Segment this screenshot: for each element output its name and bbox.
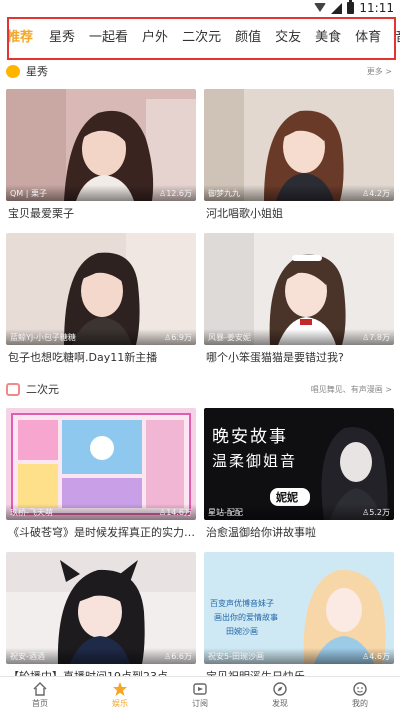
stream-card[interactable]: 祝安-酒酒 ♙6.6万 【轮播中】直播时间19点到23点 [6, 552, 196, 695]
signal-icon [331, 2, 343, 14]
tab-recommend[interactable]: 推荐 [0, 18, 42, 58]
tab-anime[interactable]: 二次元 [175, 18, 228, 58]
stream-card[interactable]: 百变声优博音妹子 画出你的爱情故事 田婉沙画 祝安5-田琬沙画 ♙4.6万 宝贝… [204, 552, 394, 695]
section-header-anime: 二次元 唱见舞见、有声漫画 > [0, 376, 400, 402]
stream-thumbnail[interactable]: 御梦九九 ♙4.2万 [204, 89, 394, 201]
streamer-name: QM | 栗子 [10, 189, 47, 198]
stream-thumbnail[interactable]: 玖桥-飞天萌 ♙14.6万 [6, 408, 196, 520]
stream-thumbnail[interactable]: 晚安故事 温柔御姐音 妮妮 星站-配配 ♙5.2万 [204, 408, 394, 520]
stream-title: 《斗破苍穹》是时候发挥真正的实力了! [8, 526, 196, 539]
viewer-count: ♙5.2万 [362, 508, 390, 517]
nav-entertainment[interactable]: 娱乐 [80, 677, 160, 712]
wifi-icon [314, 3, 327, 13]
stream-thumbnail[interactable]: 风暴-姜安妮 ♙7.8万 [204, 233, 394, 345]
viewer-count: ♙4.6万 [362, 652, 390, 661]
section-header-xingxiu: 星秀 更多 > [0, 58, 400, 84]
section-more-link[interactable]: 唱见舞见、有声漫画 > [311, 384, 392, 395]
tab-outdoor[interactable]: 户外 [135, 18, 175, 58]
viewer-count: ♙7.8万 [362, 333, 390, 342]
discover-icon [273, 681, 287, 696]
stream-card[interactable]: 蓝鲸YJ-小包子糖糖 ♙6.9万 包子也想吃糖啊.Day11新主播 [6, 233, 196, 376]
stream-thumbnail[interactable]: QM | 栗子 ♙12.6万 [6, 89, 196, 201]
nav-subscribe[interactable]: 订阅 [160, 677, 240, 712]
viewer-count: ♙12.6万 [159, 189, 192, 198]
viewer-count: ♙14.6万 [159, 508, 192, 517]
poster-line-2: 温柔御姐音 [212, 452, 298, 470]
status-bar: 11:11 [0, 0, 400, 18]
entertainment-star-icon [113, 681, 127, 696]
nav-discover[interactable]: 发现 [240, 677, 320, 712]
streamer-name: 风暴-姜安妮 [208, 333, 251, 342]
section-title: 二次元 [26, 383, 59, 396]
battery-icon [347, 0, 355, 14]
poster-anime-line-1: 百变声优博音妹子 [210, 599, 274, 608]
poster-badge: 妮妮 [276, 491, 298, 504]
streamer-name: 祝安-酒酒 [10, 652, 45, 661]
tab-looks[interactable]: 颜值 [228, 18, 268, 58]
streamer-name: 星站-配配 [208, 508, 243, 517]
anime-section-icon [6, 382, 20, 396]
tab-sports[interactable]: 体育 [348, 18, 388, 58]
tab-social[interactable]: 交友 [268, 18, 308, 58]
section-more-link[interactable]: 更多 > [367, 66, 392, 77]
stream-title: 哪个小笨蛋猫猫是要错过我? [206, 351, 344, 364]
streamer-name: 玖桥-飞天萌 [10, 508, 53, 517]
tab-watch-together[interactable]: 一起看 [82, 18, 135, 58]
stream-thumbnail[interactable]: 蓝鲸YJ-小包子糖糖 ♙6.9万 [6, 233, 196, 345]
streamer-name: 御梦九九 [208, 189, 240, 198]
bottom-nav: 首页 娱乐 订阅 发现 我的 [0, 676, 400, 712]
stream-thumbnail[interactable]: 祝安-酒酒 ♙6.6万 [6, 552, 196, 664]
poster-anime-line-2: 画出你的爱情故事 [214, 613, 278, 622]
profile-icon [353, 681, 367, 696]
streamer-name: 祝安5-田琬沙画 [208, 652, 264, 661]
stream-card[interactable]: QM | 栗子 ♙12.6万 宝贝最爱栗子 [6, 89, 196, 232]
home-icon [33, 681, 47, 696]
tab-food[interactable]: 美食 [308, 18, 348, 58]
streamer-name: 蓝鲸YJ-小包子糖糖 [10, 333, 76, 342]
stream-title: 包子也想吃糖啊.Day11新主播 [8, 351, 158, 364]
stream-title: 治愈温御给你讲故事啦 [206, 526, 316, 539]
stream-card[interactable]: 玖桥-飞天萌 ♙14.6万 《斗破苍穹》是时候发挥真正的实力了! [6, 408, 196, 551]
viewer-count: ♙4.2万 [362, 189, 390, 198]
stream-card[interactable]: 晚安故事 温柔御姐音 妮妮 星站-配配 ♙5.2万 治愈温御给你讲故事啦 [204, 408, 394, 551]
viewer-count: ♙6.6万 [164, 652, 192, 661]
status-time: 11:11 [359, 1, 394, 15]
viewer-count: ♙6.9万 [164, 333, 192, 342]
stream-card[interactable]: 风暴-姜安妮 ♙7.8万 哪个小笨蛋猫猫是要错过我? [204, 233, 394, 376]
stream-title: 宝贝最爱栗子 [8, 207, 74, 220]
xingxiu-section-icon [6, 64, 20, 78]
section-title: 星秀 [26, 65, 48, 78]
stream-title: 河北唱歌小姐姐 [206, 207, 283, 220]
category-tabs: 推荐 星秀 一起看 户外 二次元 颜值 交友 美食 体育 音乐 [0, 18, 400, 58]
tab-xingxiu[interactable]: 星秀 [42, 18, 82, 58]
stream-card[interactable]: 御梦九九 ♙4.2万 河北唱歌小姐姐 [204, 89, 394, 232]
nav-home[interactable]: 首页 [0, 677, 80, 712]
stream-thumbnail[interactable]: 百变声优博音妹子 画出你的爱情故事 田婉沙画 祝安5-田琬沙画 ♙4.6万 [204, 552, 394, 664]
subscribe-icon [193, 682, 207, 695]
poster-line-1: 晚安故事 [212, 427, 288, 447]
poster-anime-line-3: 田婉沙画 [226, 627, 258, 636]
nav-profile[interactable]: 我的 [320, 677, 400, 712]
tab-music[interactable]: 音乐 [388, 18, 400, 58]
status-icons: 11:11 [314, 0, 394, 15]
